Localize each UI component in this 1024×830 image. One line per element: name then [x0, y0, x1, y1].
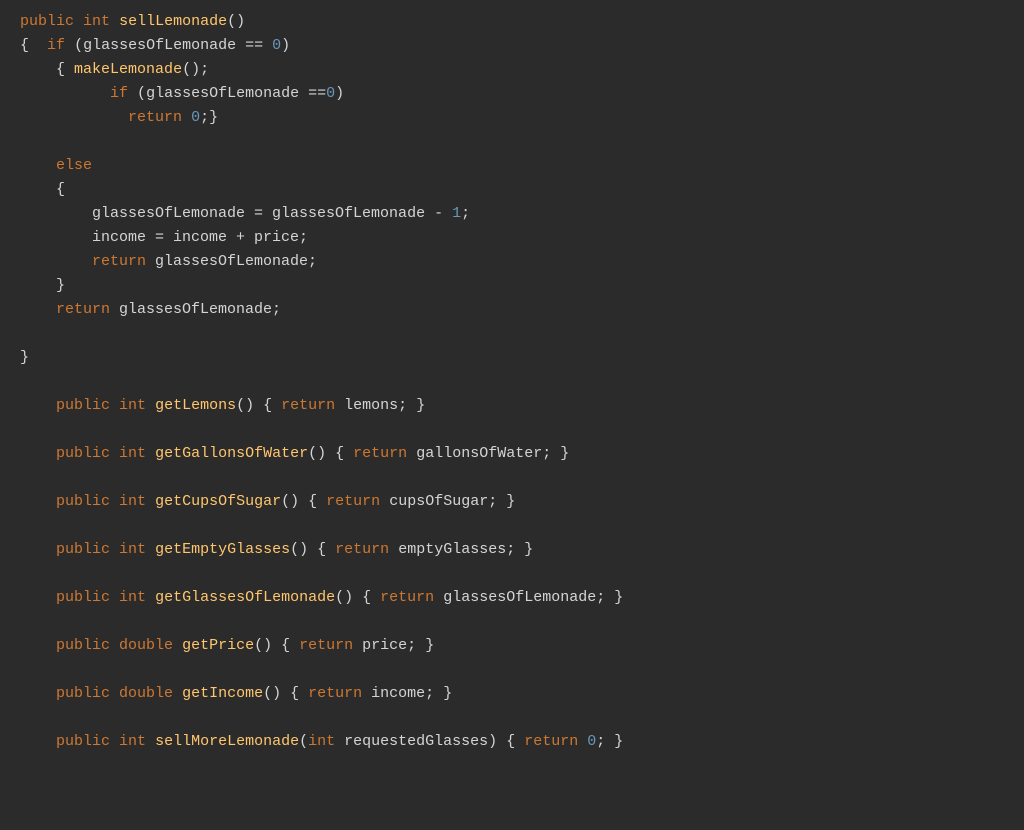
code-line-9: glassesOfLemonade = glassesOfLemonade - … — [20, 202, 1004, 226]
code-line-15: } — [20, 346, 1004, 370]
code-line-14 — [20, 322, 1004, 346]
code-line-18 — [20, 418, 1004, 442]
code-line-24 — [20, 562, 1004, 586]
code-line-28 — [20, 658, 1004, 682]
code-line-13: return glassesOfLemonade; — [20, 298, 1004, 322]
code-line-30 — [20, 706, 1004, 730]
code-line-29: public double getIncome() { return incom… — [20, 682, 1004, 706]
code-line-5: return 0;} — [20, 106, 1004, 130]
code-line-6 — [20, 130, 1004, 154]
code-line-21: public int getCupsOfSugar() { return cup… — [20, 490, 1004, 514]
code-line-10: income = income + price; — [20, 226, 1004, 250]
code-line-17: public int getLemons() { return lemons; … — [20, 394, 1004, 418]
code-line-26 — [20, 610, 1004, 634]
code-line-7: else — [20, 154, 1004, 178]
code-line-16 — [20, 370, 1004, 394]
code-line-19: public int getGallonsOfWater() { return … — [20, 442, 1004, 466]
code-line-23: public int getEmptyGlasses() { return em… — [20, 538, 1004, 562]
code-line-1: public int sellLemonade() — [20, 10, 1004, 34]
code-line-11: return glassesOfLemonade; — [20, 250, 1004, 274]
code-line-20 — [20, 466, 1004, 490]
code-line-25: public int getGlassesOfLemonade() { retu… — [20, 586, 1004, 610]
code-line-22 — [20, 514, 1004, 538]
code-line-2: { if (glassesOfLemonade == 0) — [20, 34, 1004, 58]
code-line-31: public int sellMoreLemonade(int requeste… — [20, 730, 1004, 754]
code-line-27: public double getPrice() { return price;… — [20, 634, 1004, 658]
code-line-12: } — [20, 274, 1004, 298]
code-line-8: { — [20, 178, 1004, 202]
code-editor: public int sellLemonade() { if (glassesO… — [0, 0, 1024, 830]
code-line-3: { makeLemonade(); — [20, 58, 1004, 82]
code-line-4: if (glassesOfLemonade ==0) — [20, 82, 1004, 106]
